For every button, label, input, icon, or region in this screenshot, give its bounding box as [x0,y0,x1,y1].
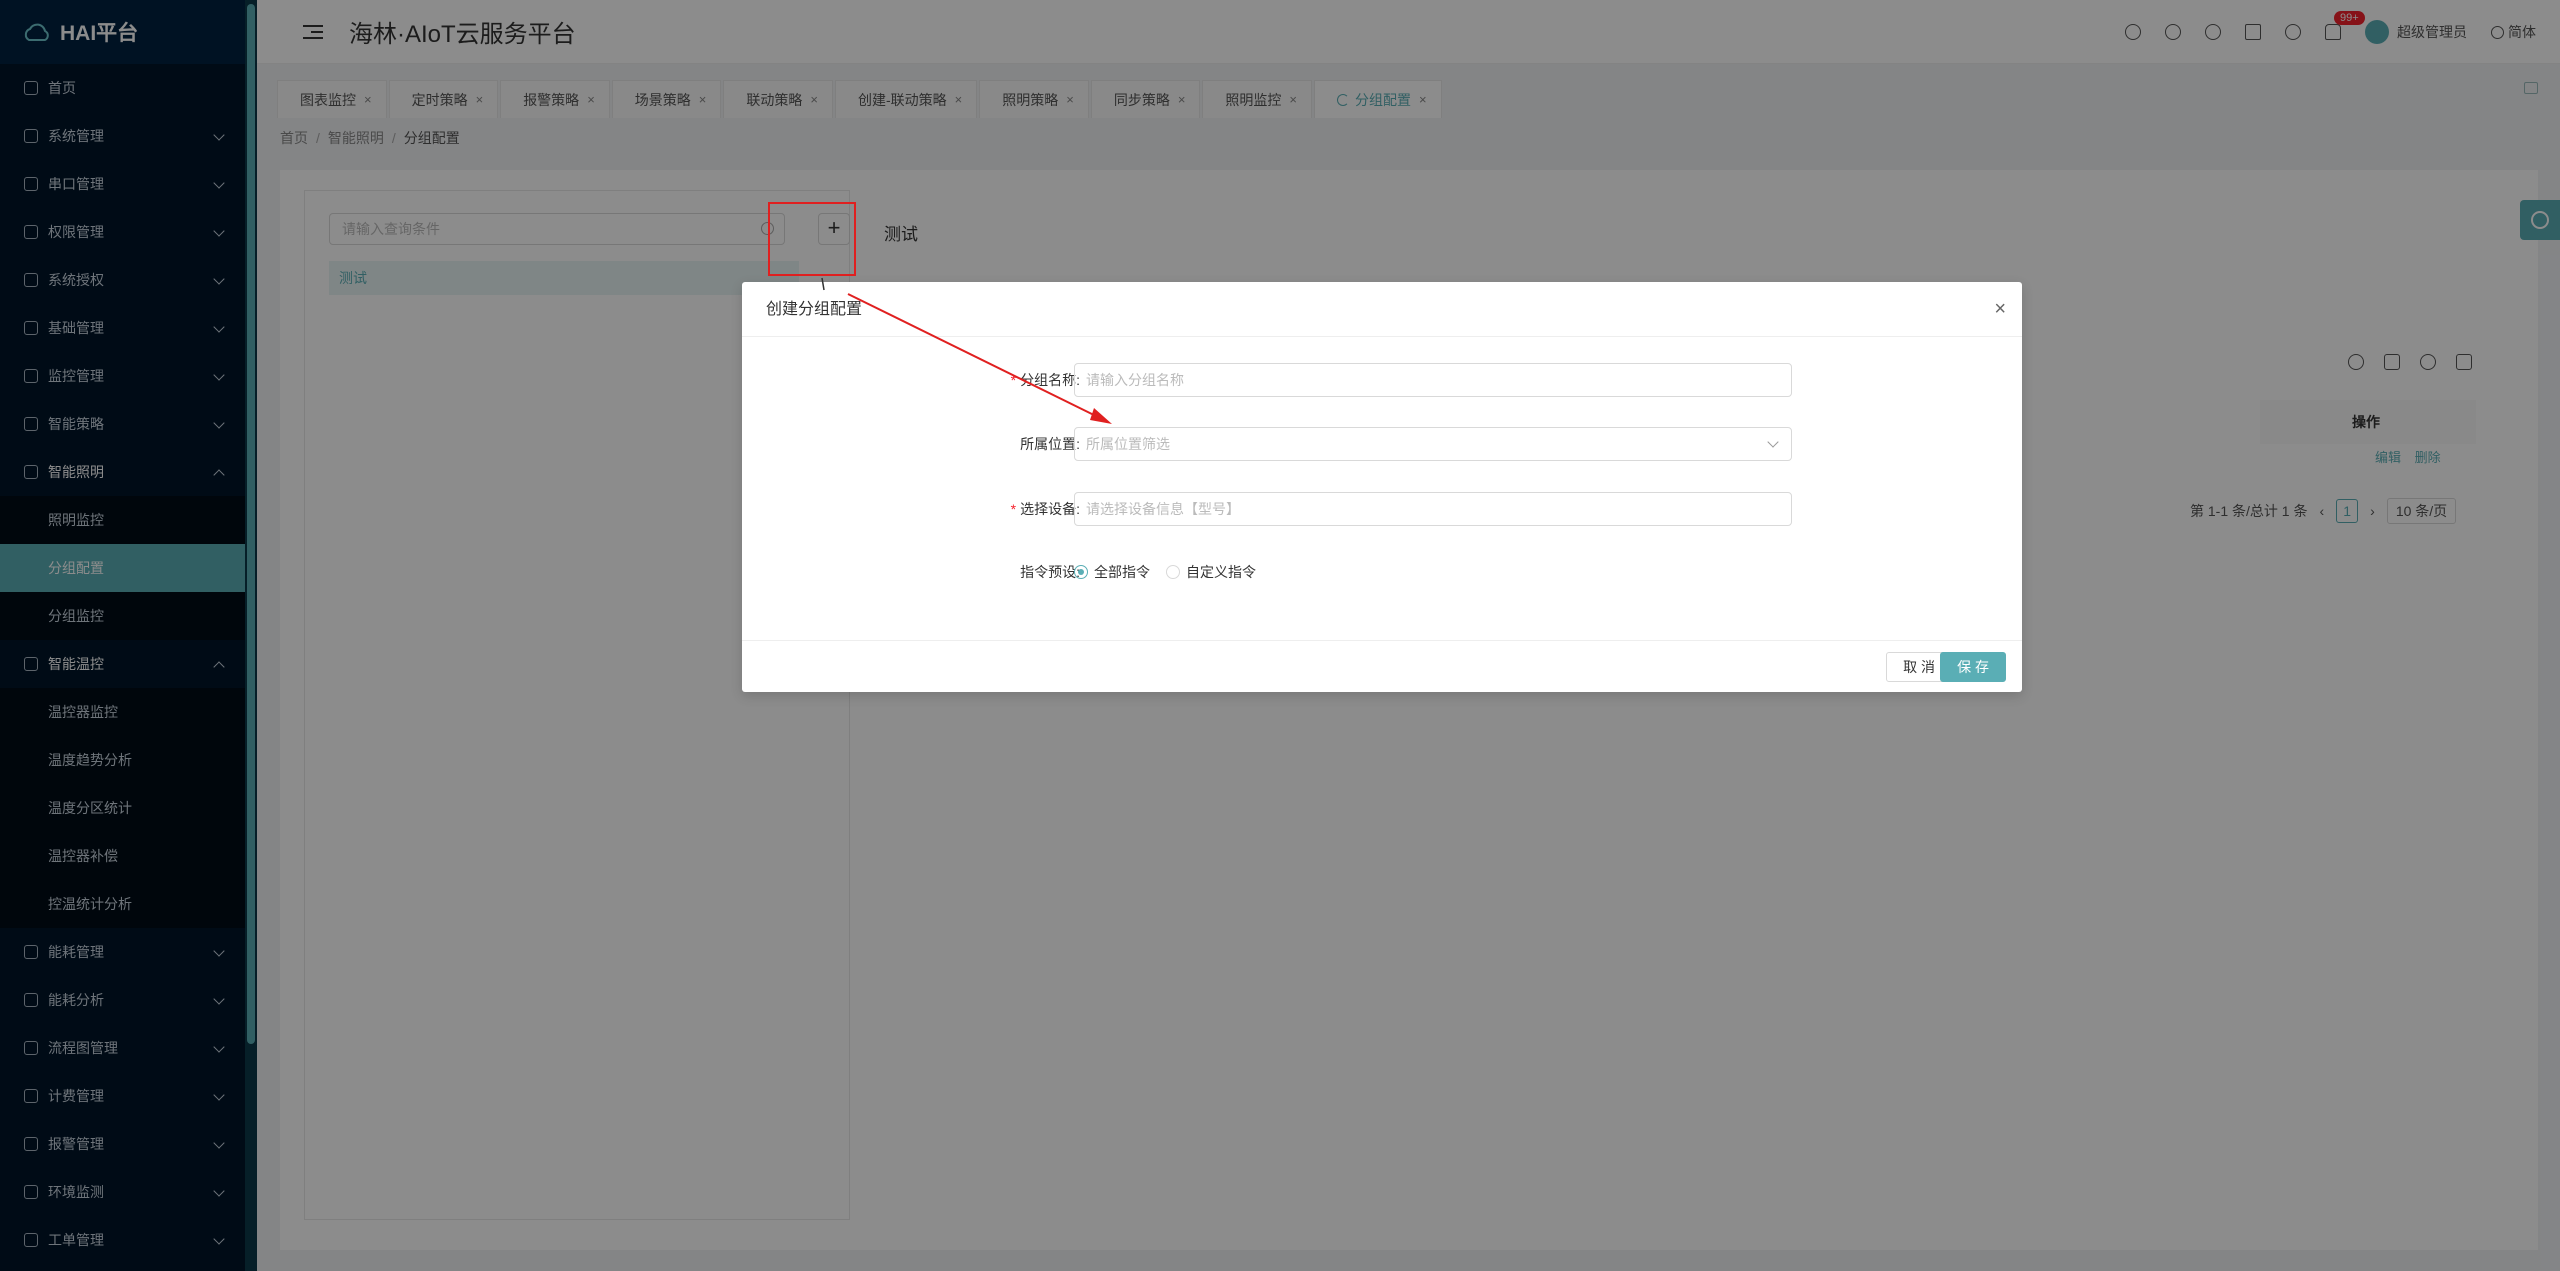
arrow-shaft [847,293,1101,419]
annotation-arrow [821,277,1112,424]
connector-line [821,277,825,291]
arrow-head [1090,408,1112,424]
